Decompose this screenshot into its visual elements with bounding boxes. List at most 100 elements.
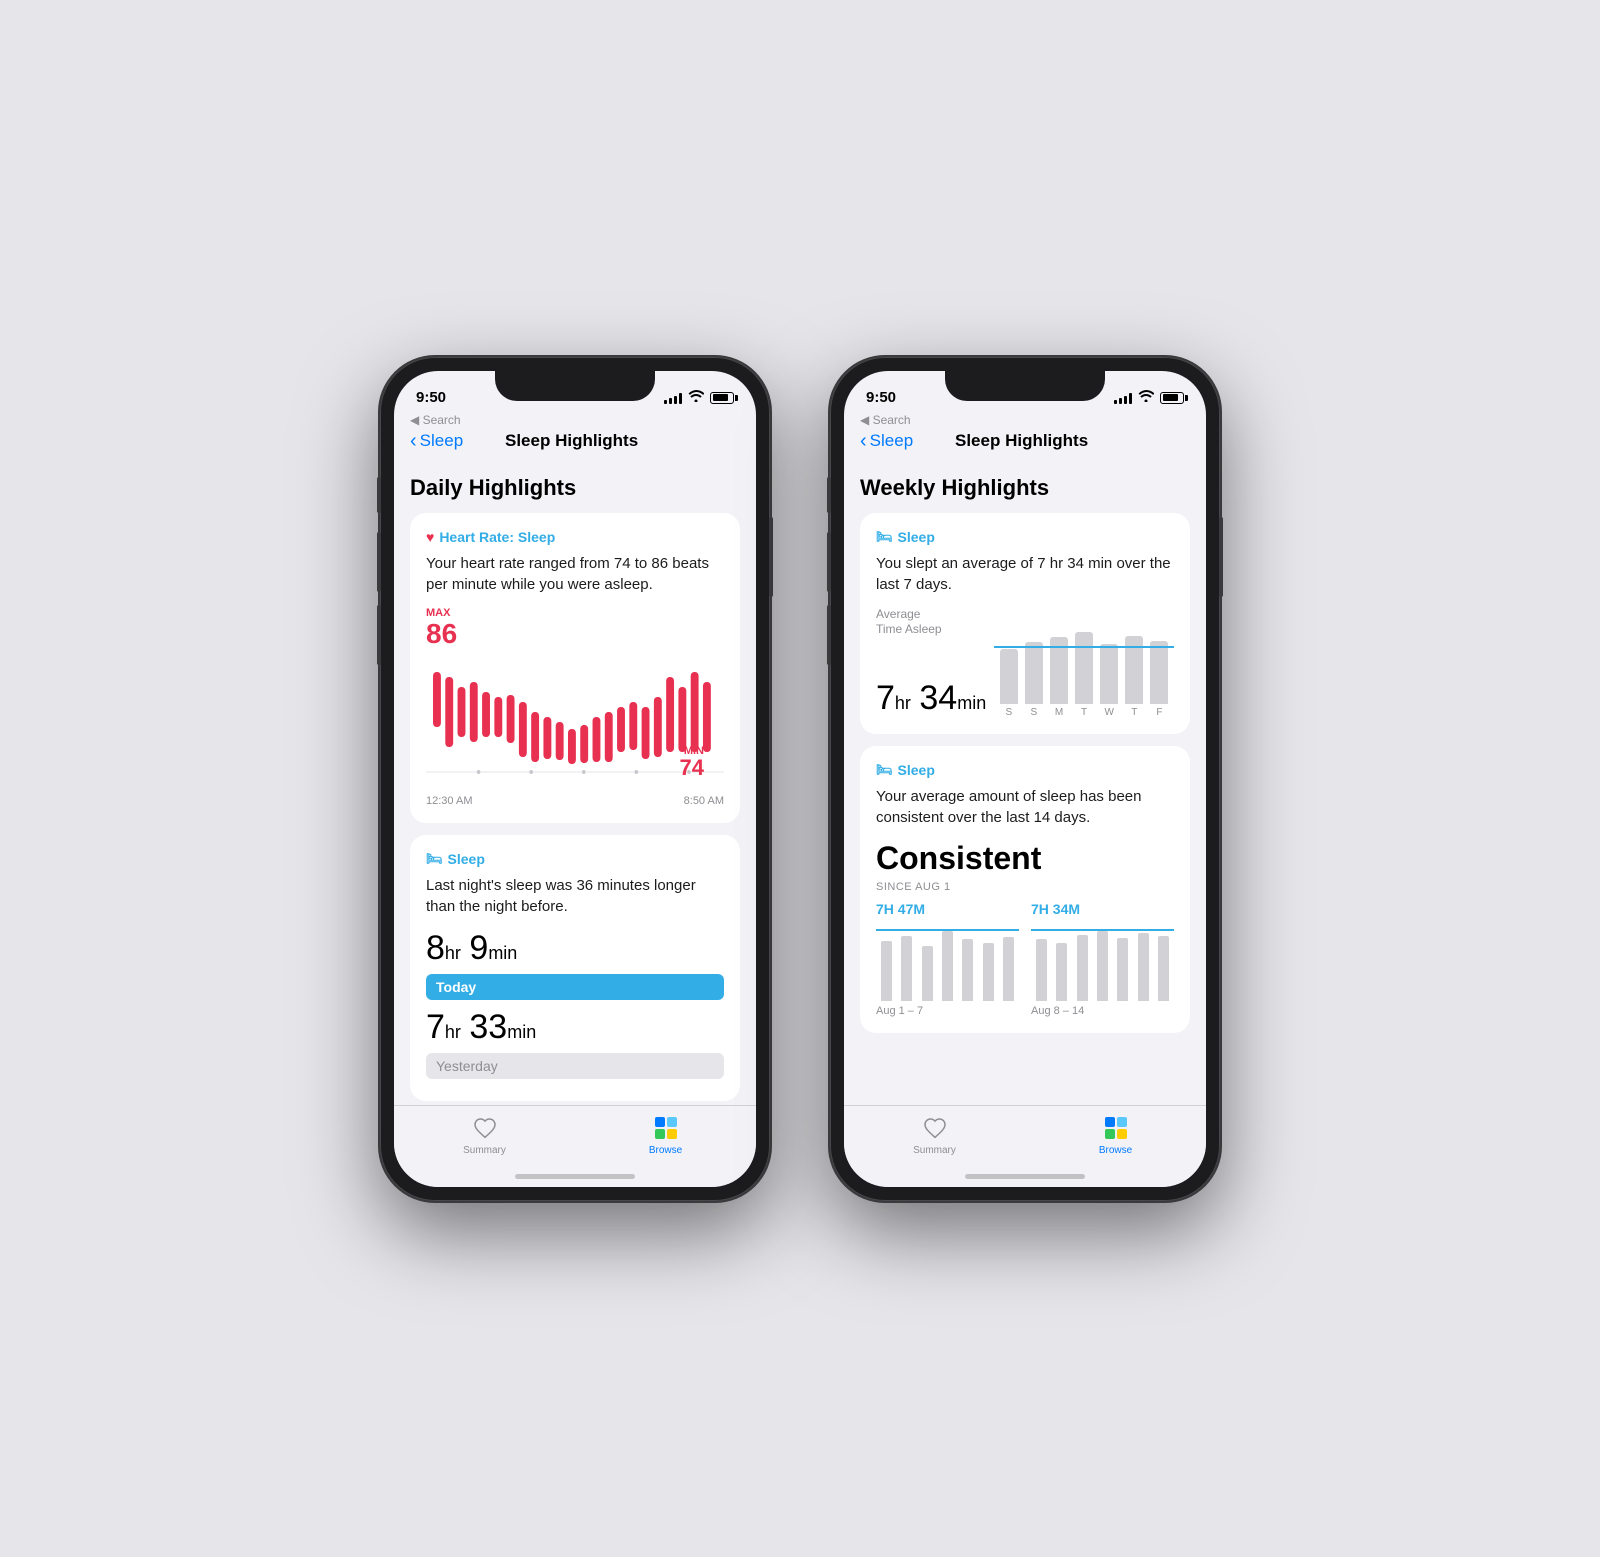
signal-icon-1 xyxy=(664,392,682,404)
bar-s2 xyxy=(1025,642,1043,704)
phone-2: 9:50 ◀ Search ‹ S xyxy=(830,357,1220,1201)
sleep-icon-2: 🛏 xyxy=(876,529,893,545)
battery-icon-1 xyxy=(710,392,734,404)
bar-f xyxy=(1150,641,1168,704)
browse-tab-label-1: Browse xyxy=(649,1145,682,1156)
phone-screen-2: 9:50 ◀ Search ‹ S xyxy=(844,371,1206,1187)
sleep-icon-1: 🛏 xyxy=(426,851,443,867)
bar-col-f: F xyxy=(1150,641,1168,718)
summary-icon-2 xyxy=(921,1114,949,1142)
today-min: 9 xyxy=(469,929,488,967)
sleep-card-1: 🛏 Sleep Last night's sleep was 36 minute… xyxy=(410,835,740,1101)
hr-min-stats: MIN 74 xyxy=(680,745,704,779)
heart-rate-text: Your heart rate ranged from 74 to 86 bea… xyxy=(426,553,724,595)
notch-2 xyxy=(945,371,1105,401)
home-indicator-2 xyxy=(965,1174,1085,1179)
status-time-1: 9:50 xyxy=(416,389,446,406)
battery-icon-2 xyxy=(1160,392,1184,404)
yesterday-hr: 7 xyxy=(426,1008,445,1046)
tab-bar-2: Summary Browse xyxy=(844,1105,1206,1187)
sleep-text-1: Last night's sleep was 36 minutes longer… xyxy=(426,875,724,917)
weekly-bar-chart: S S M T xyxy=(994,638,1174,718)
heart-icon: ♥ xyxy=(426,529,434,545)
bar-s1 xyxy=(1000,649,1018,704)
weekly-highlights-title: Weekly Highlights xyxy=(860,475,1190,501)
period2-chart: 7H 34M Aug 8 – 14 xyxy=(1031,901,1174,1017)
consistent-card: 🛏 Sleep Your average amount of sleep has… xyxy=(860,746,1190,1033)
bar-col-m: M xyxy=(1050,637,1068,718)
home-indicator-1 xyxy=(515,1174,635,1179)
tab-browse-2[interactable]: Browse xyxy=(1025,1114,1206,1156)
chart-time-end: 8:50 AM xyxy=(684,795,724,807)
summary-tab-label-2: Summary xyxy=(913,1145,956,1156)
period1-avg: 7H 47M xyxy=(876,901,1019,917)
today-bar: Today xyxy=(426,974,724,1000)
period1-bars xyxy=(876,921,1019,1001)
weekly-sleep-text: You slept an average of 7 hr 34 min over… xyxy=(876,553,1174,595)
scroll-content-2[interactable]: Weekly Highlights 🛏 Sleep You slept an a… xyxy=(844,459,1206,1123)
volume-down-button-2 xyxy=(827,605,831,665)
consistent-label: Consistent xyxy=(876,840,1174,877)
status-time-2: 9:50 xyxy=(866,389,896,406)
browse-tab-label-2: Browse xyxy=(1099,1145,1132,1156)
signal-icon-2 xyxy=(1114,392,1132,404)
volume-up-button-2 xyxy=(827,532,831,592)
phone-screen-1: 9:50 ◀ Search ‹ S xyxy=(394,371,756,1187)
chart-time-row: 12:30 AM 8:50 AM xyxy=(426,795,724,807)
tab-browse-1[interactable]: Browse xyxy=(575,1114,756,1156)
period1-line xyxy=(876,929,1019,931)
period2-date: Aug 8 – 14 xyxy=(1031,1005,1174,1017)
bar-t1 xyxy=(1075,632,1093,704)
tab-summary-2[interactable]: Summary xyxy=(844,1114,1025,1156)
since-label: SINCE AUG 1 xyxy=(876,881,1174,893)
notch-1 xyxy=(495,371,655,401)
avg-hr: 7 xyxy=(876,679,895,717)
wifi-icon-2 xyxy=(1138,390,1154,405)
hr-max-label: MAX xyxy=(426,607,450,619)
nav-title-1: Sleep Highlights xyxy=(403,431,740,451)
wifi-icon-1 xyxy=(688,390,704,405)
tab-summary-1[interactable]: Summary xyxy=(394,1114,575,1156)
scroll-content-1[interactable]: Daily Highlights ♥ Heart Rate: Sleep You… xyxy=(394,459,756,1123)
today-label: Today xyxy=(436,979,476,995)
location-label-1: ◀ Search xyxy=(394,413,756,427)
bar-w xyxy=(1100,644,1118,704)
yesterday-min: 33 xyxy=(469,1008,507,1046)
bar-col-t1: T xyxy=(1075,632,1093,718)
yesterday-label: Yesterday xyxy=(436,1058,498,1074)
period2-line xyxy=(1031,929,1174,931)
nav-title-2: Sleep Highlights xyxy=(853,431,1190,451)
sleep-header-1: 🛏 Sleep xyxy=(426,851,724,867)
phone-1: 9:50 ◀ Search ‹ S xyxy=(380,357,770,1201)
summary-icon-1 xyxy=(471,1114,499,1142)
heart-rate-card: ♥ Heart Rate: Sleep Your heart rate rang… xyxy=(410,513,740,824)
summary-tab-label-1: Summary xyxy=(463,1145,506,1156)
bar-col-t2: T xyxy=(1125,636,1143,718)
status-icons-2 xyxy=(1114,390,1184,405)
chart-time-start: 12:30 AM xyxy=(426,795,472,807)
hr-max-val: 86 xyxy=(426,619,457,650)
nav-bar-1: ‹ Sleep Sleep Highlights xyxy=(394,427,756,459)
tab-bar-1: Summary Browse xyxy=(394,1105,756,1187)
hr-max-stats: MAX 86 xyxy=(426,607,724,650)
heart-rate-header: ♥ Heart Rate: Sleep xyxy=(426,529,724,545)
hr-min-val: 74 xyxy=(680,757,704,779)
bar-col-s2: S xyxy=(1025,642,1043,718)
period1-date: Aug 1 – 7 xyxy=(876,1005,1019,1017)
volume-down-button xyxy=(377,605,381,665)
status-icons-1 xyxy=(664,390,734,405)
power-button-2 xyxy=(1219,517,1223,597)
sleep-icon-3: 🛏 xyxy=(876,762,893,778)
daily-highlights-title: Daily Highlights xyxy=(410,475,740,501)
mute-button xyxy=(377,477,381,513)
nav-bar-2: ‹ Sleep Sleep Highlights xyxy=(844,427,1206,459)
avg-line xyxy=(994,646,1174,648)
browse-icon-1 xyxy=(652,1114,680,1142)
period2-bars xyxy=(1031,921,1174,1001)
sleep-duration-yesterday: 7hr 33min xyxy=(426,1008,724,1047)
bar-col-s1: S xyxy=(1000,649,1018,718)
period2-avg: 7H 34M xyxy=(1031,901,1174,917)
weekly-sleep-card: 🛏 Sleep You slept an average of 7 hr 34 … xyxy=(860,513,1190,734)
weekly-sleep-header: 🛏 Sleep xyxy=(876,529,1174,545)
power-button xyxy=(769,517,773,597)
